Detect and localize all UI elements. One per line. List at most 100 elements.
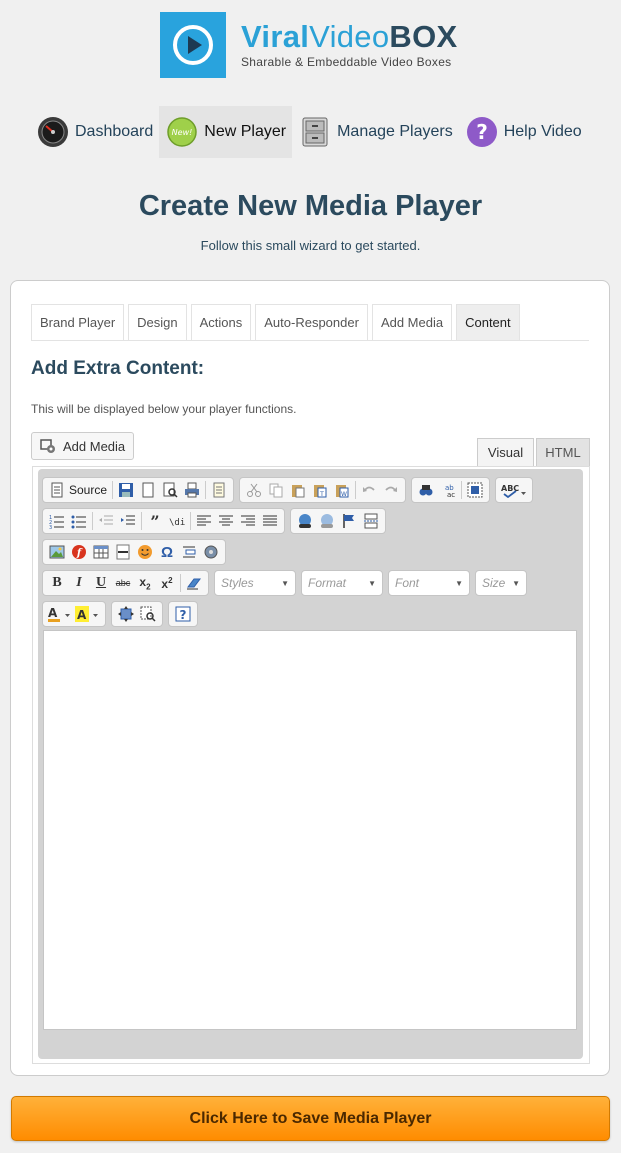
tab-design[interactable]: Design	[128, 304, 187, 340]
toolbar-group-help: ?	[168, 601, 198, 627]
print-icon[interactable]	[181, 479, 203, 501]
size-dropdown[interactable]: Size ▼	[475, 570, 527, 596]
outdent-icon[interactable]	[95, 510, 117, 532]
format-dropdown[interactable]: Format ▼	[301, 570, 383, 596]
toolbar-group-tools	[111, 601, 163, 627]
show-blocks-icon[interactable]	[137, 603, 159, 625]
save-media-player-button[interactable]: Click Here to Save Media Player	[11, 1096, 610, 1141]
blockquote-icon[interactable]: ”	[144, 510, 166, 532]
source-icon	[51, 482, 63, 498]
tab-html[interactable]: HTML	[536, 438, 590, 466]
svg-text:ac: ac	[447, 491, 455, 498]
new-page-icon[interactable]	[137, 479, 159, 501]
subscript-icon[interactable]: x2	[134, 572, 156, 594]
iframe-icon[interactable]	[178, 541, 200, 563]
text-color-icon[interactable]: A	[46, 603, 74, 625]
redo-icon[interactable]	[380, 479, 402, 501]
image-icon[interactable]	[46, 541, 68, 563]
table-icon[interactable]	[90, 541, 112, 563]
horizontal-rule-icon[interactable]	[112, 541, 134, 563]
tab-brand-player[interactable]: Brand Player	[31, 304, 125, 340]
underline-icon[interactable]: U	[90, 572, 112, 594]
select-all-icon[interactable]	[464, 479, 486, 501]
preview-icon[interactable]	[159, 479, 181, 501]
unlink-icon[interactable]	[316, 510, 338, 532]
section-title: Add Extra Content:	[31, 358, 205, 379]
nav-help-video[interactable]: ? Help Video	[459, 106, 588, 158]
help-icon[interactable]: ?	[172, 603, 194, 625]
flash-icon[interactable]: f	[68, 541, 90, 563]
logo-title: ViralVideoBOX	[241, 19, 458, 54]
special-char-icon[interactable]: Ω	[156, 541, 178, 563]
add-media-button[interactable]: Add Media	[31, 432, 135, 460]
play-logo-icon	[160, 12, 226, 78]
bold-icon[interactable]: B	[46, 572, 68, 594]
undo-icon[interactable]	[358, 479, 380, 501]
create-div-icon[interactable]: \div	[166, 510, 188, 532]
svg-text:W: W	[341, 491, 347, 498]
copy-icon[interactable]	[265, 479, 287, 501]
indent-icon[interactable]	[117, 510, 139, 532]
editor-content-area[interactable]	[43, 630, 577, 1030]
toolbar-group-colors: A A	[42, 601, 106, 627]
justify-icon[interactable]	[259, 510, 281, 532]
toolbar-group-spell: ABC	[495, 477, 534, 503]
wizard-panel: Brand Player Design Actions Auto-Respond…	[10, 280, 610, 1076]
rich-text-editor: Source T W ab ac ABC 1 2 3 ” \di f Ω B I…	[38, 469, 583, 1059]
align-center-icon[interactable]	[215, 510, 237, 532]
svg-text:ABC: ABC	[501, 484, 519, 493]
nav-manage-players[interactable]: Manage Players	[292, 106, 459, 158]
cut-icon[interactable]	[243, 479, 265, 501]
replace-icon[interactable]: ab ac	[437, 479, 459, 501]
nav-new-player[interactable]: New! New Player	[159, 106, 293, 158]
tab-visual[interactable]: Visual	[477, 438, 534, 466]
bg-color-icon[interactable]: A	[74, 603, 102, 625]
toolbar-row-4: B I U abc x2 x2 Styles ▼ Format ▼ Font ▼ Si…	[42, 570, 527, 596]
toolbar-row-5: A A ?	[42, 601, 198, 627]
source-label: Source	[69, 483, 108, 497]
page-break-icon[interactable]	[360, 510, 382, 532]
font-dropdown[interactable]: Font ▼	[388, 570, 470, 596]
tab-auto-responder[interactable]: Auto-Responder	[255, 304, 368, 340]
paste-text-icon[interactable]: T	[309, 479, 331, 501]
italic-icon[interactable]: I	[68, 572, 90, 594]
toolbar-group-document: Source	[42, 477, 235, 503]
svg-text:\div: \div	[169, 518, 185, 528]
superscript-icon[interactable]: x2	[156, 572, 178, 594]
source-button[interactable]: Source	[46, 479, 110, 501]
anchor-flag-icon[interactable]	[338, 510, 360, 532]
bulleted-list-icon[interactable]	[68, 510, 90, 532]
logo[interactable]: ViralVideoBOX Sharable & Embeddable Vide…	[160, 12, 457, 78]
nav-dashboard[interactable]: Dashboard	[30, 106, 159, 158]
link-icon[interactable]	[294, 510, 316, 532]
remove-format-icon[interactable]	[183, 572, 205, 594]
page-subtitle: Follow this small wizard to get started.	[200, 238, 421, 253]
numbered-list-icon[interactable]: 123	[46, 510, 68, 532]
templates-icon[interactable]	[208, 479, 230, 501]
toolbar-group-clipboard: T W	[239, 477, 407, 503]
align-left-icon[interactable]	[193, 510, 215, 532]
paste-word-icon[interactable]: W	[331, 479, 353, 501]
paste-icon[interactable]	[287, 479, 309, 501]
spellcheck-icon[interactable]: ABC	[499, 479, 529, 501]
svg-text:A: A	[77, 608, 87, 622]
form-gear-icon[interactable]	[200, 541, 222, 563]
tab-add-media[interactable]: Add Media	[371, 304, 453, 340]
wizard-tabs: Brand Player Design Actions Auto-Respond…	[31, 304, 589, 341]
styles-dropdown[interactable]: Styles ▼	[214, 570, 296, 596]
tab-actions[interactable]: Actions	[190, 304, 252, 340]
toolbar-group-lists: 123 ” \div	[42, 508, 285, 534]
smiley-icon[interactable]	[134, 541, 156, 563]
nav-new-player-label: New Player	[204, 123, 287, 140]
strikethrough-icon[interactable]: abc	[112, 572, 134, 594]
align-right-icon[interactable]	[237, 510, 259, 532]
add-media-icon	[40, 438, 58, 454]
editor-container: Source T W ab ac ABC 1 2 3 ” \di f Ω B I…	[32, 466, 590, 1064]
find-icon[interactable]	[415, 479, 437, 501]
save-icon[interactable]	[115, 479, 137, 501]
new-badge-icon: New!	[165, 115, 199, 149]
add-media-label: Add Media	[63, 438, 126, 454]
tab-content[interactable]: Content	[456, 304, 520, 340]
toolbar-group-find: ab ac	[411, 477, 491, 503]
maximize-icon[interactable]	[115, 603, 137, 625]
